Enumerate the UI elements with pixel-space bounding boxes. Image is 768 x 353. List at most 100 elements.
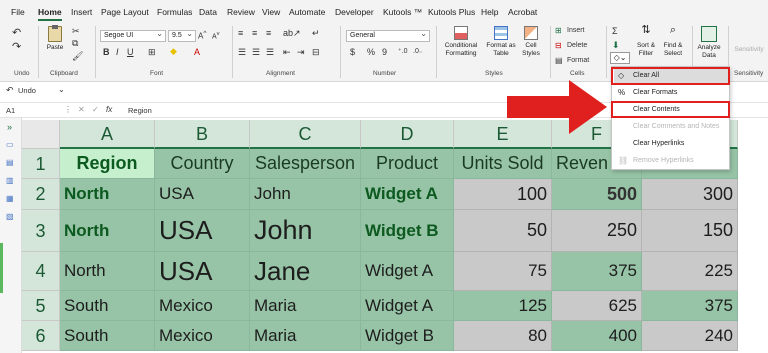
cell-d5[interactable]: Widget A <box>361 291 454 321</box>
indent-increase-icon[interactable]: ⇥ <box>297 47 305 58</box>
conditional-formatting-button[interactable]: Conditional Formatting <box>440 26 482 58</box>
name-box[interactable]: A1 <box>6 106 15 115</box>
cell-d2[interactable]: Widget A <box>361 179 454 210</box>
align-bottom-icon[interactable]: ≡ <box>266 28 271 38</box>
italic-icon[interactable]: I <box>116 47 119 57</box>
tab-acrobat[interactable]: Acrobat <box>508 7 537 17</box>
align-right-icon[interactable]: ☰ <box>266 47 274 58</box>
cell-a4[interactable]: North <box>60 252 155 291</box>
cell-b1[interactable]: Country <box>155 149 250 179</box>
formula-content[interactable]: Region <box>128 106 152 115</box>
copy-icon[interactable]: ⧉ <box>72 38 78 49</box>
align-middle-icon[interactable]: ≡ <box>252 28 257 38</box>
cell-g2[interactable]: 300 <box>642 179 738 210</box>
cell-b3[interactable]: USA <box>155 210 250 252</box>
cell-d1[interactable]: Product <box>361 149 454 179</box>
select-all-corner[interactable] <box>22 120 60 149</box>
comma-icon[interactable]: 9 <box>382 47 387 57</box>
cancel-icon[interactable]: ✕ <box>78 105 85 114</box>
clear-button[interactable]: ◇⌄ <box>610 52 630 64</box>
undo-icon[interactable]: ↶ <box>12 26 21 39</box>
indent-decrease-icon[interactable]: ⇤ <box>283 47 291 58</box>
font-name-select[interactable]: Segoe UI <box>100 29 166 42</box>
increase-font-icon[interactable]: A^ <box>198 30 206 41</box>
tab-view[interactable]: View <box>262 7 280 17</box>
side-tool-5-icon[interactable]: ▧ <box>6 212 14 221</box>
increase-decimal-icon[interactable]: ⁺.0 <box>398 47 408 55</box>
cell-e1[interactable]: Units Sold <box>454 149 552 179</box>
cell-e3[interactable]: 50 <box>454 210 552 252</box>
cell-c2[interactable]: John <box>250 179 361 210</box>
row-header-1[interactable]: 1 <box>22 149 60 179</box>
analyze-data-button[interactable]: Analyze Data <box>695 26 723 60</box>
format-painter-icon[interactable]: 🖌 <box>72 51 83 62</box>
format-cells-button[interactable]: Format <box>567 57 589 64</box>
column-header-c[interactable]: C <box>250 120 361 149</box>
side-tool-2-icon[interactable]: ▤ <box>6 158 14 167</box>
tab-home[interactable]: Home <box>38 7 62 21</box>
cell-f3[interactable]: 250 <box>552 210 642 252</box>
tab-data[interactable]: Data <box>199 7 217 17</box>
font-size-select[interactable]: 9.5 <box>168 29 196 42</box>
tab-developer[interactable]: Developer <box>335 7 374 17</box>
cell-f6[interactable]: 400 <box>552 321 642 351</box>
expand-icon[interactable]: » <box>7 122 12 132</box>
format-as-table-button[interactable]: Format as Table <box>484 26 518 58</box>
find-select-button[interactable]: ⌕ Find & Select <box>660 25 686 58</box>
cell-b2[interactable]: USA <box>155 179 250 210</box>
row-header-6[interactable]: 6 <box>22 321 60 351</box>
cell-e2[interactable]: 100 <box>454 179 552 210</box>
column-header-b[interactable]: B <box>155 120 250 149</box>
tab-insert[interactable]: Insert <box>71 7 92 17</box>
cell-c6[interactable]: Maria <box>250 321 361 351</box>
tab-review[interactable]: Review <box>227 7 255 17</box>
align-center-icon[interactable]: ☰ <box>252 47 260 58</box>
decrease-font-icon[interactable]: Av <box>212 31 220 40</box>
cell-styles-button[interactable]: Cell Styles <box>518 26 544 58</box>
cell-a2[interactable]: North <box>60 179 155 210</box>
row-header-3[interactable]: 3 <box>22 210 60 252</box>
cell-a3[interactable]: North <box>60 210 155 252</box>
column-header-a[interactable]: A <box>60 120 155 149</box>
side-tool-1-icon[interactable]: ▭ <box>6 140 14 149</box>
paste-button[interactable]: Paste <box>44 25 66 52</box>
cell-a5[interactable]: South <box>60 291 155 321</box>
cell-e5[interactable]: 125 <box>454 291 552 321</box>
sort-filter-button[interactable]: ⇅ Sort & Filter <box>633 25 659 58</box>
redo-icon[interactable]: ↷ <box>12 40 21 53</box>
tab-file[interactable]: File <box>11 7 25 17</box>
tab-kutools-plus[interactable]: Kutools Plus <box>428 7 475 17</box>
merge-center-icon[interactable]: ⊟ <box>312 47 320 58</box>
cell-g5[interactable]: 375 <box>642 291 738 321</box>
tab-help[interactable]: Help <box>481 7 498 17</box>
cell-f5[interactable]: 625 <box>552 291 642 321</box>
insert-cells-button[interactable]: Insert <box>567 27 585 34</box>
cell-f4[interactable]: 375 <box>552 252 642 291</box>
autosum-icon[interactable]: Σ <box>612 26 618 36</box>
percent-icon[interactable]: % <box>367 47 375 57</box>
cell-b6[interactable]: Mexico <box>155 321 250 351</box>
cell-d6[interactable]: Widget B <box>361 321 454 351</box>
sensitivity-button[interactable]: Sensitivity <box>731 46 767 54</box>
align-left-icon[interactable]: ☰ <box>238 47 246 58</box>
cell-g4[interactable]: 225 <box>642 252 738 291</box>
tab-formulas[interactable]: Formulas <box>157 7 192 17</box>
bold-icon[interactable]: B <box>103 47 110 57</box>
borders-icon[interactable]: ⊞ <box>148 47 156 58</box>
enter-icon[interactable]: ✓ <box>92 105 99 114</box>
cell-e6[interactable]: 80 <box>454 321 552 351</box>
font-color-icon[interactable]: A <box>194 47 200 57</box>
tab-automate[interactable]: Automate <box>289 7 325 17</box>
side-tool-3-icon[interactable]: ▥ <box>6 176 14 185</box>
fill-color-icon[interactable]: ◆ <box>170 46 177 57</box>
wrap-text-icon[interactable]: ↵ <box>312 28 320 39</box>
row-header-5[interactable]: 5 <box>22 291 60 321</box>
undo-small-icon[interactable]: ↶ <box>6 85 14 96</box>
cell-a6[interactable]: South <box>60 321 155 351</box>
delete-cells-button[interactable]: Delete <box>567 42 587 49</box>
cell-g6[interactable]: 240 <box>642 321 738 351</box>
side-tool-4-icon[interactable]: ▦ <box>6 194 14 203</box>
cell-d3[interactable]: Widget B <box>361 210 454 252</box>
number-format-select[interactable]: General <box>346 29 430 42</box>
cell-a1[interactable]: Region <box>60 149 155 179</box>
